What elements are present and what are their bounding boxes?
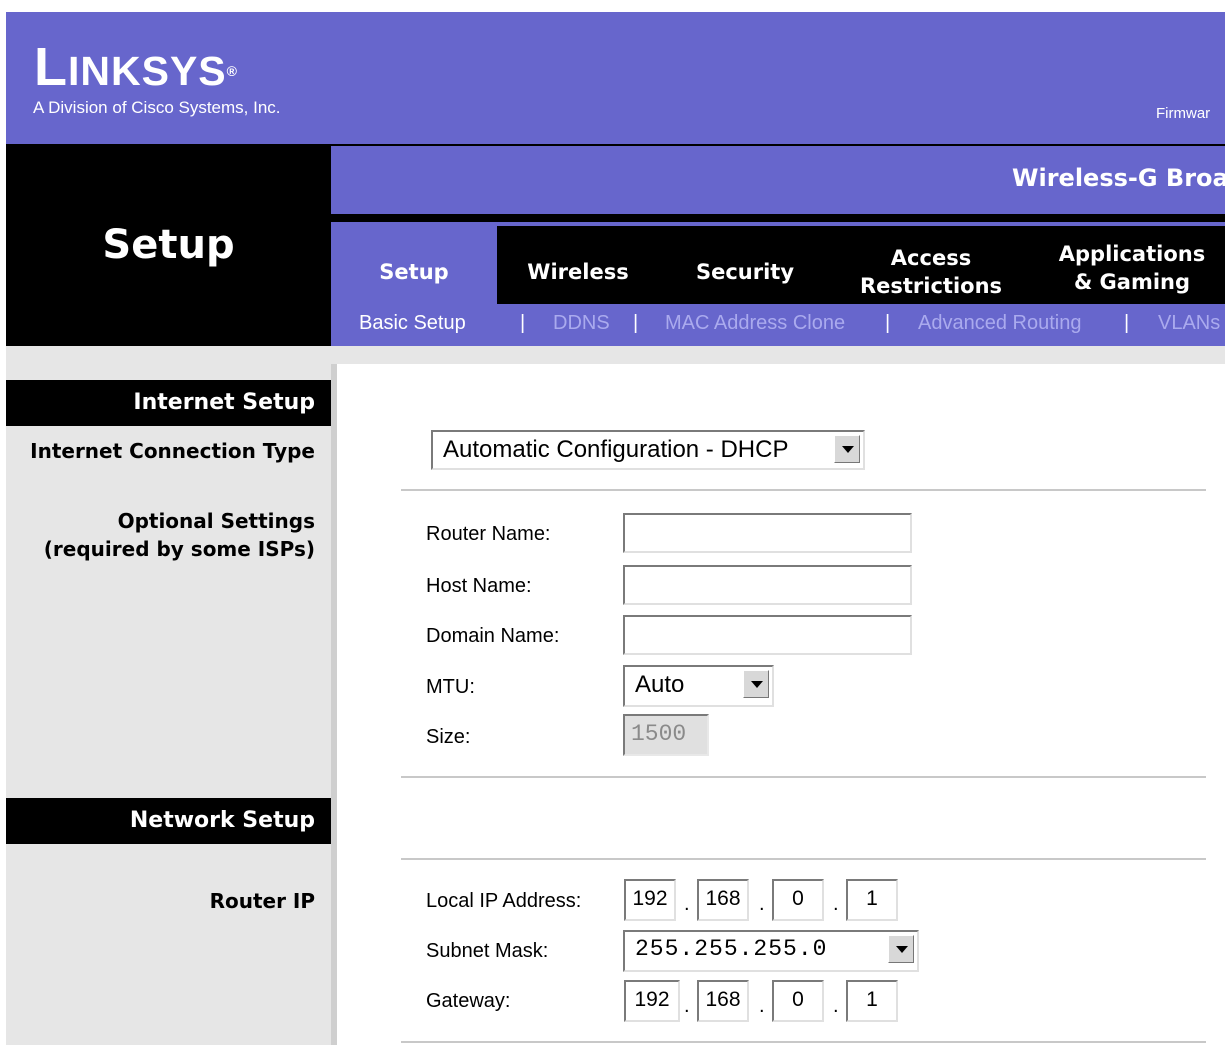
subtab-basic-setup[interactable]: Basic Setup	[359, 312, 466, 335]
subtab-advanced-routing[interactable]: Advanced Routing	[918, 312, 1081, 335]
subnet-mask-select[interactable]: 255.255.255.0	[623, 930, 919, 972]
tab-security[interactable]: Security	[665, 258, 825, 286]
gateway-label: Gateway:	[426, 990, 511, 1012]
logo-tagline: A Division of Cisco Systems, Inc.	[33, 98, 281, 117]
label-internet-connection-type: Internet Connection Type	[30, 439, 315, 463]
size-label: Size:	[426, 726, 471, 748]
page-title: Setup	[102, 222, 235, 268]
divider	[401, 776, 1206, 778]
subtab-mac-address-clone[interactable]: MAC Address Clone	[665, 312, 845, 335]
subtab-separator: |	[1124, 312, 1130, 334]
subnet-mask-label: Subnet Mask:	[426, 940, 549, 962]
subtab-vlans[interactable]: VLANs	[1158, 312, 1220, 335]
connection-type-value: Automatic Configuration - DHCP	[443, 436, 789, 463]
host-name-input[interactable]	[623, 565, 912, 605]
tab-setup[interactable]: Setup	[331, 258, 497, 286]
gateway-octet-3[interactable]: 0	[772, 980, 824, 1022]
ip-separator: .	[684, 995, 690, 1017]
local-ip-octet-4[interactable]: 1	[846, 879, 898, 921]
gateway-octet-1[interactable]: 192	[624, 980, 680, 1022]
divider	[401, 858, 1206, 860]
label-optional-settings: Optional Settings	[117, 509, 315, 533]
product-title: Wireless-G Broa	[1012, 164, 1225, 192]
section-header-internet-setup: Internet Setup	[6, 380, 331, 426]
ip-separator: .	[759, 893, 765, 915]
subnet-mask-value: 255.255.255.0	[635, 936, 828, 962]
chevron-down-icon[interactable]	[834, 435, 860, 463]
mtu-size-input: 1500	[623, 714, 709, 756]
content-shadow	[331, 364, 337, 1045]
tab-applications-gaming[interactable]: Applications & Gaming	[1044, 240, 1220, 296]
subtab-ddns[interactable]: DDNS	[553, 312, 610, 335]
section-header-network-setup: Network Setup	[6, 798, 331, 844]
router-name-label: Router Name:	[426, 523, 551, 545]
ip-separator: .	[759, 995, 765, 1017]
domain-name-label: Domain Name:	[426, 625, 560, 647]
local-ip-label: Local IP Address:	[426, 890, 582, 912]
connection-type-select[interactable]: Automatic Configuration - DHCP	[431, 430, 865, 470]
mtu-value: Auto	[635, 671, 685, 698]
local-ip-octet-3[interactable]: 0	[772, 879, 824, 921]
ip-separator: .	[684, 893, 690, 915]
host-name-label: Host Name:	[426, 575, 532, 597]
domain-name-input[interactable]	[623, 615, 912, 655]
chevron-down-icon[interactable]	[743, 670, 769, 698]
mtu-select[interactable]: Auto	[623, 665, 774, 707]
divider	[401, 489, 1206, 491]
content-top-strip	[331, 346, 1225, 364]
tab-access-restrictions[interactable]: Access Restrictions	[848, 244, 1014, 300]
subtab-separator: |	[633, 312, 639, 334]
local-ip-octet-1[interactable]: 192	[624, 879, 676, 921]
router-name-input[interactable]	[623, 513, 912, 553]
tab-bar-accent	[497, 222, 1225, 226]
subtab-separator: |	[520, 312, 526, 334]
firmware-version-label: Firmwar	[1156, 105, 1211, 122]
chevron-down-icon[interactable]	[888, 935, 914, 963]
gateway-octet-2[interactable]: 168	[697, 980, 749, 1022]
linksys-logo: LINKSYS®	[34, 40, 238, 98]
label-router-ip: Router IP	[209, 889, 315, 913]
divider	[401, 1041, 1206, 1043]
local-ip-octet-2[interactable]: 168	[697, 879, 749, 921]
mtu-label: MTU:	[426, 676, 475, 698]
logo-text: LINKSYS	[34, 37, 227, 97]
ip-separator: .	[833, 995, 839, 1017]
ip-separator: .	[833, 893, 839, 915]
subtab-separator: |	[885, 312, 891, 334]
label-optional-settings-note: (required by some ISPs)	[43, 537, 315, 561]
tab-wireless[interactable]: Wireless	[497, 258, 659, 286]
registered-mark: ®	[226, 63, 238, 79]
gateway-octet-4[interactable]: 1	[846, 980, 898, 1022]
